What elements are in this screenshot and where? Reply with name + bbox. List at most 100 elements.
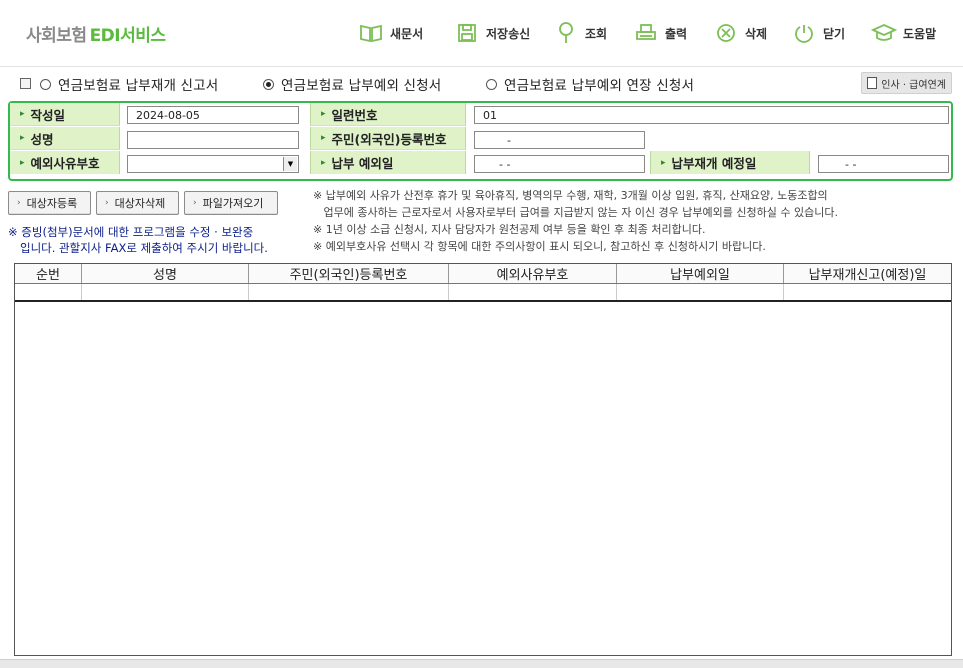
radio-label: 연금보험료 납부재개 신고서 [58, 78, 219, 94]
column-header[interactable]: 순번 [15, 264, 82, 283]
column-header[interactable]: 납부재개신고(예정)일 [784, 264, 951, 283]
date-label-cell: ▸ 작성일 [10, 103, 120, 126]
guidance-notes: ※ 납부예외 사유가 산전후 휴가 및 육아휴직, 병역의무 수행, 재학, 3… [313, 187, 953, 255]
exception-code-label: 예외사유부호 [30, 156, 100, 171]
rrn-label: 주민(외국인)등록번호 [331, 131, 447, 147]
exception-date-label-cell: ▸ 납부 예외일 [310, 151, 466, 174]
logo-accent: EDI서비스 [89, 26, 166, 46]
printer-icon [633, 20, 659, 46]
name-label-cell: ▸ 성명 [10, 127, 120, 150]
search-label: 조회 [585, 26, 608, 41]
table-cell[interactable] [617, 284, 784, 300]
logo-text: 사회보험 [26, 26, 87, 46]
target-table[interactable]: 순번 성명 주민(외국인)등록번호 예외사유부호 납부예외일 납부재개신고(예정… [14, 263, 952, 656]
hr-payroll-link-label: 인사 · 급여연계 [881, 79, 946, 91]
close-button[interactable]: 닫기 [791, 18, 845, 48]
delete-label: 삭제 [745, 26, 768, 41]
power-refresh-icon [791, 20, 817, 46]
table-cell[interactable] [15, 284, 82, 300]
remove-target-label: 대상자삭제 [114, 197, 166, 210]
exception-code-label-cell: ▸ 예외사유부호 [10, 151, 120, 174]
help-button[interactable]: 도움말 [871, 18, 936, 48]
save-send-button[interactable]: 저장송신 [454, 18, 530, 48]
arrow-right-icon: › [105, 198, 109, 208]
location-pin-icon [553, 20, 579, 46]
radio-resume-report[interactable]: 연금보험료 납부재개 신고서 [40, 74, 218, 94]
guidance-note: ※ 1년 이상 소급 신청시, 지사 담당자가 원천공제 여부 등을 확인 후 … [313, 223, 706, 236]
table-row[interactable] [15, 284, 951, 302]
register-target-button[interactable]: › 대상자등록 [8, 191, 91, 215]
table-cell[interactable] [249, 284, 449, 300]
column-header[interactable]: 납부예외일 [617, 264, 784, 283]
arrow-right-icon: › [17, 198, 21, 208]
select-checkbox[interactable] [20, 78, 31, 89]
arrow-right-icon: ▸ [20, 109, 25, 119]
floppy-disk-icon [454, 20, 480, 46]
chevron-down-icon[interactable]: ▼ [283, 157, 297, 171]
radio-label: 연금보험료 납부예외 연장 신청서 [504, 78, 695, 94]
new-document-label: 새문서 [390, 26, 424, 41]
exception-date-label: 납부 예외일 [331, 156, 394, 171]
delete-circle-x-icon [713, 20, 739, 46]
rrn-label-cell: ▸ 주민(외국인)등록번호 [310, 127, 466, 150]
radio-button[interactable] [486, 78, 497, 90]
exception-date-input[interactable]: - - [474, 155, 645, 173]
serial-label-cell: ▸ 일련번호 [310, 103, 466, 126]
guidance-note: 업무에 종사하는 근로자로서 사용자로부터 급여를 지급받지 않는 자 이신 경… [313, 206, 838, 219]
arrow-right-icon: ▸ [20, 133, 25, 143]
app-header: 사회보험 EDI서비스 새문서 저장송신 조회 출력 삭제 닫기 도움말 [0, 0, 963, 67]
hr-payroll-link-button[interactable]: 인사 · 급여연계 [861, 72, 952, 94]
document-icon [867, 77, 878, 89]
import-file-label: 파일가져오기 [202, 197, 264, 210]
resume-date-input[interactable]: - - [818, 155, 949, 173]
name-input[interactable] [127, 131, 299, 149]
help-label: 도움말 [903, 26, 937, 41]
column-header[interactable]: 예외사유부호 [449, 264, 617, 283]
remove-target-button[interactable]: › 대상자삭제 [96, 191, 179, 215]
serial-input[interactable]: 01 [474, 106, 949, 124]
arrow-right-icon: ▸ [321, 157, 326, 168]
arrow-right-icon: ▸ [321, 133, 326, 143]
guidance-note: ※ 예외부호사유 선택시 각 항목에 대한 주의사항이 표시 되오니, 참고하신… [313, 240, 766, 253]
arrow-right-icon: › [193, 198, 197, 208]
print-button[interactable]: 출력 [633, 18, 687, 48]
table-cell[interactable] [82, 284, 249, 300]
table-header: 순번 성명 주민(외국인)등록번호 예외사유부호 납부예외일 납부재개신고(예정… [15, 264, 951, 284]
radio-button[interactable] [263, 78, 274, 90]
column-header[interactable]: 주민(외국인)등록번호 [249, 264, 449, 283]
guidance-note: ※ 납부예외 사유가 산전후 휴가 및 육아휴직, 병역의무 수행, 재학, 3… [313, 189, 828, 202]
attachment-notice: ※ 증빙(첨부)문서에 대한 프로그램을 수정 · 보완중 입니다. 관할지사 … [8, 224, 308, 256]
radio-button[interactable] [40, 78, 51, 90]
delete-button[interactable]: 삭제 [713, 18, 767, 48]
resume-date-label-cell: ▸ 납부재개 예정일 [650, 151, 810, 174]
radio-label: 연금보험료 납부예외 신청서 [281, 78, 442, 94]
exception-code-select[interactable]: ▼ [127, 155, 299, 173]
graduation-cap-icon [871, 20, 897, 46]
book-icon [358, 20, 384, 46]
name-label: 성명 [30, 131, 54, 147]
date-input[interactable]: 2024-08-05 [127, 106, 299, 124]
document-type-selector: 연금보험료 납부재개 신고서 연금보험료 납부예외 신청서 연금보험료 납부예외… [18, 72, 958, 96]
new-document-button[interactable]: 새문서 [358, 18, 423, 48]
resume-date-label: 납부재개 예정일 [671, 156, 757, 171]
radio-exception-extension[interactable]: 연금보험료 납부예외 연장 신청서 [486, 74, 694, 94]
close-label: 닫기 [823, 26, 846, 41]
table-cell[interactable] [449, 284, 617, 300]
serial-label: 일련번호 [331, 107, 378, 123]
save-send-label: 저장송신 [486, 26, 531, 41]
table-cell[interactable] [784, 284, 951, 300]
import-file-button[interactable]: › 파일가져오기 [184, 191, 278, 215]
radio-exception-application[interactable]: 연금보험료 납부예외 신청서 [263, 74, 441, 94]
date-label: 작성일 [30, 107, 66, 123]
register-target-label: 대상자등록 [26, 197, 78, 210]
arrow-right-icon: ▸ [20, 157, 25, 168]
rrn-input[interactable]: - [474, 131, 645, 149]
search-button[interactable]: 조회 [553, 18, 607, 48]
arrow-right-icon: ▸ [661, 157, 666, 168]
app-logo: 사회보험 EDI서비스 [26, 21, 166, 46]
print-label: 출력 [665, 26, 688, 41]
column-header[interactable]: 성명 [82, 264, 249, 283]
attachment-notice-line: ※ 증빙(첨부)문서에 대한 프로그램을 수정 · 보완중 [8, 225, 254, 239]
applicant-form: ▸ 작성일 2024-08-05 ▸ 일련번호 01 ▸ 성명 ▸ 주민(외국인)등록번… [8, 101, 953, 181]
arrow-right-icon: ▸ [321, 109, 326, 119]
